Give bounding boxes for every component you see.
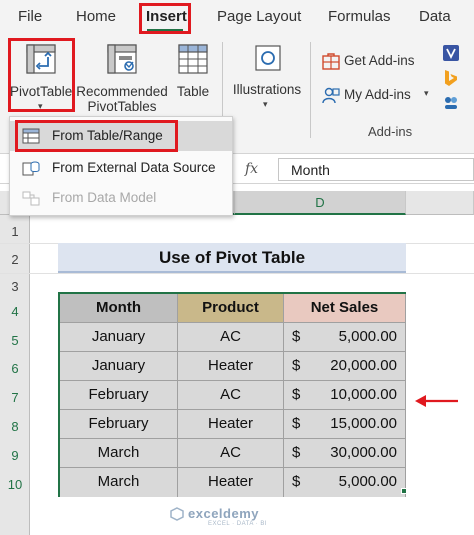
gridline — [0, 273, 474, 274]
cell-month[interactable]: March — [60, 468, 178, 497]
row-header-10[interactable]: 10 — [0, 477, 30, 492]
people-graph-icon[interactable] — [443, 95, 459, 111]
row-header-5[interactable]: 5 — [0, 333, 30, 348]
function-icon[interactable]: fx — [245, 161, 258, 177]
row-header-9[interactable]: 9 — [0, 448, 30, 463]
cell-net-sales[interactable]: $5,000.00 — [284, 468, 406, 497]
currency-symbol: $ — [292, 386, 301, 403]
person-icon — [322, 87, 340, 104]
recommended-pivottables-icon — [107, 44, 137, 74]
cell-net-sales[interactable]: $5,000.00 — [284, 323, 406, 352]
cell-month[interactable]: February — [60, 381, 178, 410]
insert-tab-highlight — [139, 3, 191, 34]
table-label: Table — [176, 84, 210, 99]
column-header-d[interactable]: D — [235, 191, 406, 215]
from-table-range-highlight — [15, 120, 178, 152]
cell-month[interactable]: February — [60, 410, 178, 439]
sales-amount: 15,000.00 — [330, 415, 397, 432]
cell-product[interactable]: Heater — [178, 410, 284, 439]
cell-product[interactable]: AC — [178, 323, 284, 352]
watermark-tagline: EXCEL · DATA · BI — [208, 521, 268, 527]
tab-home[interactable]: Home — [76, 8, 116, 25]
currency-symbol: $ — [292, 328, 301, 345]
cell-net-sales[interactable]: $15,000.00 — [284, 410, 406, 439]
menu-item-label: From External Data Source — [52, 160, 216, 175]
sheet-title[interactable]: Use of Pivot Table — [58, 243, 406, 273]
cell-product[interactable]: Heater — [178, 352, 284, 381]
chevron-down-icon: ▾ — [263, 99, 268, 109]
column-header-e[interactable] — [406, 191, 474, 215]
cell-product[interactable]: Heater — [178, 468, 284, 497]
get-addins-button[interactable]: Get Add-ins — [320, 50, 420, 72]
cell-net-sales[interactable]: $20,000.00 — [284, 352, 406, 381]
table-button[interactable]: Table — [170, 38, 216, 114]
menu-item-from-data-model[interactable]: From Data Model — [10, 183, 232, 213]
header-cell-month[interactable]: Month — [60, 294, 178, 323]
my-addins-button[interactable]: My Add-ins ▾ — [320, 84, 436, 106]
cell-product[interactable]: AC — [178, 381, 284, 410]
row-header-1[interactable]: 1 — [0, 224, 30, 239]
currency-symbol: $ — [292, 415, 301, 432]
cell-month[interactable]: March — [60, 439, 178, 468]
watermark-brand: exceldemy — [188, 506, 259, 521]
header-cell-product[interactable]: Product — [178, 294, 284, 323]
sales-amount: 20,000.00 — [330, 357, 397, 374]
ribbon-separator — [310, 42, 311, 138]
tab-formulas[interactable]: Formulas — [328, 8, 391, 25]
row-header-6[interactable]: 6 — [0, 361, 30, 376]
header-cell-net-sales[interactable]: Net Sales — [284, 294, 406, 323]
row-header-4[interactable]: 4 — [0, 304, 30, 319]
data-table: Month Product Net Sales January AC $5,00… — [58, 292, 406, 497]
addins-group-label: Add-ins — [368, 124, 413, 139]
tab-file[interactable]: File — [18, 8, 42, 25]
bing-icon[interactable] — [444, 69, 458, 87]
exceldemy-logo-icon — [170, 507, 184, 521]
get-addins-label: Get Add-ins — [344, 53, 415, 68]
visio-icon[interactable] — [443, 45, 459, 61]
illustrations-button[interactable]: Illustrations ▾ — [228, 38, 306, 118]
cell-product[interactable]: AC — [178, 439, 284, 468]
recommended-pivottables-button[interactable]: Recommended PivotTables — [76, 38, 168, 114]
tab-data[interactable]: Data — [419, 8, 451, 25]
table-icon — [178, 44, 208, 74]
sales-amount: 30,000.00 — [330, 444, 397, 461]
row-header-2[interactable]: 2 — [0, 252, 30, 267]
recommended-label-line1: Recommended — [76, 84, 168, 99]
recommended-label-line2: PivotTables — [87, 99, 157, 114]
cell-net-sales[interactable]: $10,000.00 — [284, 381, 406, 410]
sales-amount: 10,000.00 — [330, 386, 397, 403]
sales-amount: 5,000.00 — [338, 473, 397, 490]
external-data-icon — [22, 161, 40, 176]
formula-value: Month — [291, 162, 330, 178]
my-addins-label: My Add-ins — [344, 87, 411, 102]
ribbon-tab-bar: File Home Insert Page Layout Formulas Da… — [0, 0, 474, 34]
sales-amount: 5,000.00 — [338, 328, 397, 345]
illustrations-icon — [255, 45, 281, 71]
chevron-down-icon: ▾ — [424, 88, 429, 98]
currency-symbol: $ — [292, 473, 301, 490]
fill-handle[interactable] — [401, 488, 407, 494]
menu-item-label: From Data Model — [52, 190, 157, 205]
tab-page-layout[interactable]: Page Layout — [217, 8, 301, 25]
cell-net-sales[interactable]: $30,000.00 — [284, 439, 406, 468]
pivottable-highlight — [8, 38, 75, 112]
cell-month[interactable]: January — [60, 352, 178, 381]
menu-item-from-external-data-source[interactable]: From External Data Source — [10, 153, 232, 183]
store-icon — [322, 53, 340, 70]
row-header-7[interactable]: 7 — [0, 390, 30, 405]
illustrations-label: Illustrations — [232, 82, 302, 97]
currency-symbol: $ — [292, 357, 301, 374]
row-header-3[interactable]: 3 — [0, 279, 30, 294]
red-arrow-icon — [415, 395, 458, 407]
data-model-icon — [22, 191, 40, 206]
row-header-8[interactable]: 8 — [0, 419, 30, 434]
formula-input[interactable]: Month — [278, 158, 474, 181]
cell-month[interactable]: January — [60, 323, 178, 352]
currency-symbol: $ — [292, 444, 301, 461]
